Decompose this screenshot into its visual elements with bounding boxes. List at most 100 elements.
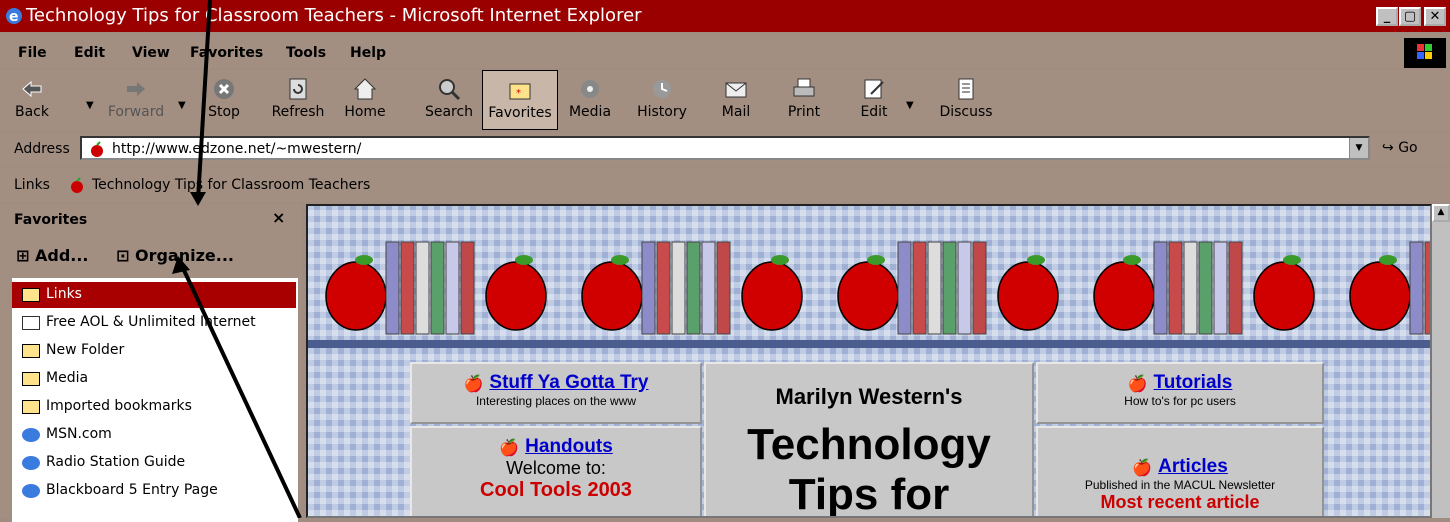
title-bar: e Technology Tips for Classroom Teachers… — [0, 0, 1450, 32]
list-item[interactable]: Links — [12, 282, 296, 308]
media-button[interactable]: Media — [562, 70, 618, 120]
welcome-text: Welcome to: — [506, 458, 606, 478]
mail-icon — [725, 82, 747, 98]
list-item-label: Imported bookmarks — [46, 398, 192, 414]
menu-favorites[interactable]: Favorites — [190, 45, 263, 61]
forward-dropdown-icon[interactable]: ▼ — [178, 100, 186, 111]
edit-button[interactable]: Edit — [856, 70, 892, 120]
links-bar: Links Technology Tips for Classroom Teac… — [0, 168, 1450, 202]
menu-view[interactable]: View — [132, 45, 170, 61]
book-icon — [415, 241, 430, 335]
stop-icon — [214, 79, 234, 99]
apple-icon: 🍎 — [499, 438, 520, 457]
recent-article-link[interactable]: Most recent article — [1038, 492, 1322, 513]
address-bar: Address http://www.edzone.net/~mwestern/… — [0, 133, 1450, 165]
stuff-panel: 🍎 Stuff Ya Gotta Try Interesting places o… — [410, 362, 702, 424]
tutorials-link[interactable]: Tutorials — [1154, 372, 1233, 393]
list-item[interactable]: Free AOL & Unlimited Internet — [12, 310, 296, 336]
handouts-link[interactable]: Handouts — [525, 436, 613, 457]
list-item[interactable]: Media — [12, 366, 296, 392]
author-name: Marilyn Western's — [775, 384, 963, 409]
add-favorite-button[interactable]: ⊞ Add... — [16, 246, 89, 265]
list-item[interactable]: Radio Station Guide — [12, 450, 296, 476]
home-label: Home — [344, 104, 386, 120]
apple-leaf-icon — [1027, 255, 1045, 265]
book-icon — [1228, 241, 1243, 335]
svg-text:e: e — [9, 9, 19, 25]
close-pane-icon[interactable]: × — [272, 208, 285, 227]
list-item-label: Media — [46, 370, 89, 386]
organize-favorites-button[interactable]: ⊡ Organize... — [116, 246, 234, 265]
event-name: Cool Tools 2003 — [480, 479, 632, 501]
menu-file[interactable]: File — [18, 45, 47, 61]
apple-icon — [997, 261, 1059, 331]
apple-icon — [837, 261, 899, 331]
mail-label: Mail — [721, 104, 751, 120]
back-dropdown-icon[interactable]: ▼ — [86, 100, 94, 111]
menu-help[interactable]: Help — [350, 45, 386, 61]
tutorials-subtitle: How to's for pc users — [1124, 394, 1236, 408]
list-item-label: Radio Station Guide — [46, 454, 186, 470]
print-button[interactable]: Print — [784, 70, 824, 120]
favorites-button[interactable]: * Favorites — [482, 70, 558, 130]
apples-books-banner — [325, 241, 1430, 335]
book-icon — [972, 241, 987, 335]
go-button[interactable]: ↪ Go — [1382, 140, 1418, 156]
home-button[interactable]: Home — [340, 70, 390, 120]
list-item[interactable]: Imported bookmarks — [12, 394, 296, 420]
book-icon — [686, 241, 701, 335]
folder-icon — [22, 400, 40, 414]
mail-button[interactable]: Mail — [712, 70, 760, 120]
standard-toolbar: Back ▼ Forward ▼ Stop Refresh Home Searc… — [0, 70, 1450, 130]
headline-line2: Tips for — [788, 470, 950, 518]
apple-icon — [485, 261, 547, 331]
ie-page-icon — [22, 456, 40, 470]
links-item[interactable]: Technology Tips for Classroom Teachers — [92, 177, 370, 193]
list-item[interactable]: Blackboard 5 Entry Page — [12, 478, 296, 504]
discuss-label: Discuss — [939, 104, 993, 120]
refresh-button[interactable]: Refresh — [266, 70, 330, 120]
stuff-link[interactable]: Stuff Ya Gotta Try — [489, 372, 648, 393]
page-icon — [22, 316, 40, 330]
book-icon — [1198, 241, 1213, 335]
edit-label: Edit — [860, 104, 888, 120]
scroll-up-icon[interactable]: ▲ — [1432, 204, 1450, 222]
menu-tools[interactable]: Tools — [286, 45, 326, 61]
media-label: Media — [568, 104, 612, 120]
book-icon — [430, 241, 445, 335]
go-label: Go — [1398, 140, 1418, 156]
history-button[interactable]: History — [632, 70, 692, 120]
back-arrow-icon — [22, 80, 42, 98]
back-button[interactable]: Back — [12, 70, 52, 120]
list-item[interactable]: MSN.com — [12, 422, 296, 448]
add-label: Add... — [34, 246, 89, 265]
stop-button[interactable]: Stop — [204, 70, 244, 120]
links-label: Links — [14, 177, 50, 193]
folder-icon — [22, 372, 40, 386]
book-icon — [701, 241, 716, 335]
vertical-scrollbar[interactable]: ▲ — [1432, 204, 1450, 518]
minimize-button[interactable]: _ — [1376, 7, 1398, 26]
maximize-button[interactable]: ▢ — [1399, 7, 1421, 26]
menu-edit[interactable]: Edit — [74, 45, 105, 61]
favorites-folder-icon: * — [509, 83, 531, 100]
apple-icon — [581, 261, 643, 331]
book-icon — [1409, 241, 1424, 335]
discuss-icon — [958, 78, 974, 100]
list-item[interactable]: New Folder — [12, 338, 296, 364]
edit-dropdown-icon[interactable]: ▼ — [906, 100, 914, 111]
headline-line1: Technology — [747, 420, 991, 469]
articles-link[interactable]: Articles — [1158, 456, 1228, 477]
search-button[interactable]: Search — [420, 70, 478, 120]
discuss-button[interactable]: Discuss — [936, 70, 996, 120]
apple-icon: 🍎 — [1132, 458, 1153, 477]
center-panel: Marilyn Western's Technology Tips for — [704, 362, 1034, 518]
address-dropdown-icon[interactable]: ▼ — [1349, 138, 1368, 158]
address-input[interactable]: http://www.edzone.net/~mwestern/ ▼ — [80, 136, 1370, 160]
forward-button[interactable]: Forward — [104, 70, 168, 120]
apple-favicon-icon — [71, 177, 83, 193]
close-button[interactable]: ✕ — [1424, 7, 1446, 26]
book-icon — [927, 241, 942, 335]
apple-favicon-icon — [91, 141, 103, 157]
print-label: Print — [787, 104, 821, 120]
